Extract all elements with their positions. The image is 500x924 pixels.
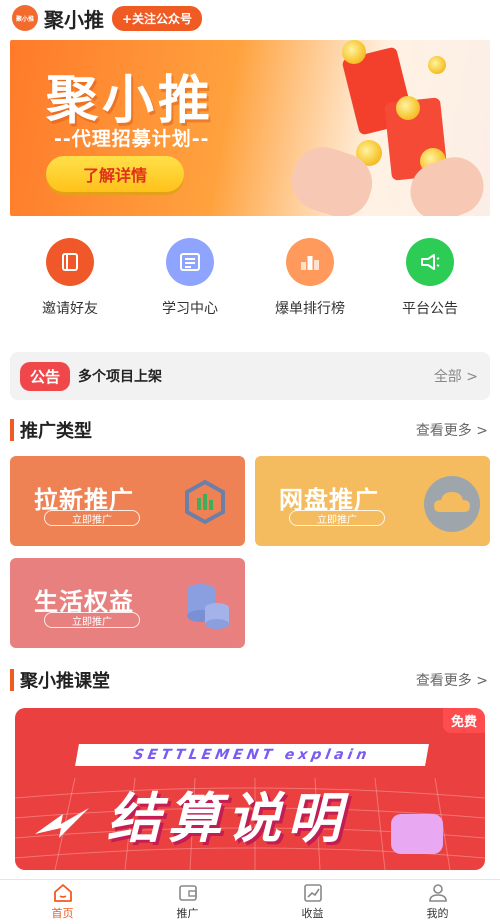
banner-subtitle: --代理招募计划--: [54, 128, 210, 150]
quick-nav-label: 邀请好友: [42, 301, 98, 317]
promo-card-life-benefits[interactable]: 生活权益 立即推广: [10, 558, 245, 648]
section-accent-bar: [10, 669, 14, 691]
notice-all-link[interactable]: 全部 >: [434, 366, 478, 386]
learn-more-button[interactable]: 了解详情: [46, 156, 184, 192]
list-icon: [166, 238, 214, 286]
quick-nav-label: 平台公告: [402, 301, 458, 317]
hand-illustration: [391, 814, 443, 854]
hexagon-chart-icon: [181, 478, 229, 526]
lightning-icon: [35, 808, 89, 838]
coins-stack-icon: [181, 580, 229, 629]
quick-nav-label: 学习中心: [162, 301, 218, 317]
class-more-link[interactable]: 查看更多 >: [416, 670, 488, 690]
follow-account-button[interactable]: +关注公众号: [112, 5, 203, 31]
tab-mine[interactable]: 我的: [375, 880, 500, 924]
course-list: 免费 SETTLEMENT explain 结算说明: [10, 698, 490, 874]
promo-section-header: 推广类型 查看更多 >: [10, 416, 490, 444]
quick-nav-learning-center[interactable]: 学习中心: [130, 238, 250, 328]
quick-nav-ranking[interactable]: 爆单排行榜: [250, 238, 370, 328]
quick-nav-announcements[interactable]: 平台公告: [370, 238, 490, 328]
promo-card-new-user[interactable]: 拉新推广 立即推广: [10, 456, 245, 546]
section-title: 聚小推课堂: [20, 671, 110, 692]
user-icon: [428, 884, 447, 902]
wallet-icon: [178, 885, 197, 901]
quick-nav-label: 爆单排行榜: [275, 301, 345, 317]
quick-nav-invite-friends[interactable]: 邀请好友: [10, 238, 130, 328]
promo-card-cloud-drive[interactable]: 网盘推广 立即推广: [255, 456, 490, 546]
tab-promote[interactable]: 推广: [125, 880, 250, 924]
course-card-settlement[interactable]: 免费 SETTLEMENT explain 结算说明: [15, 708, 485, 870]
ranking-icon: [286, 238, 334, 286]
tab-earnings[interactable]: 收益: [250, 880, 375, 924]
course-subtitle: SETTLEMENT explain: [132, 747, 372, 763]
free-badge: 免费: [442, 708, 485, 733]
course-subtitle-strip: SETTLEMENT explain: [75, 744, 429, 766]
section-accent-bar: [10, 419, 14, 441]
promote-now-button[interactable]: 立即推广: [44, 510, 140, 526]
app-logo: 聚小推: [12, 5, 38, 31]
home-icon: [53, 884, 72, 902]
promo-more-link[interactable]: 查看更多 >: [416, 420, 488, 440]
promote-now-button[interactable]: 立即推广: [44, 612, 140, 628]
book-icon: [46, 238, 94, 286]
megaphone-icon: [406, 238, 454, 286]
tab-home[interactable]: 首页: [0, 880, 125, 924]
app-title: 聚小推: [44, 7, 104, 32]
header: 聚小推 聚小推 +关注公众号: [0, 0, 500, 36]
bottom-tab-bar: 首页 推广 收益 我的: [0, 879, 500, 924]
quick-nav: 邀请好友 学习中心 爆单排行榜 平台公告: [0, 238, 500, 328]
section-title: 推广类型: [20, 421, 92, 442]
notice-bar[interactable]: 公告 多个项目上架 全部 >: [10, 352, 490, 400]
tab-label: 收益: [301, 907, 324, 920]
promote-now-button[interactable]: 立即推广: [289, 510, 385, 526]
chart-icon: [303, 884, 322, 902]
tab-label: 我的: [426, 907, 449, 920]
banner-title: 聚小推: [46, 71, 215, 131]
notice-text: 多个项目上架: [78, 369, 163, 385]
tab-label: 推广: [176, 907, 199, 920]
cloud-icon: [424, 476, 480, 532]
course-title: 结算说明: [107, 787, 347, 850]
class-section-header: 聚小推课堂 查看更多 >: [10, 666, 490, 694]
tab-label: 首页: [51, 907, 74, 920]
hero-banner[interactable]: 聚小推 --代理招募计划-- 了解详情: [10, 40, 490, 216]
notice-tag: 公告: [20, 361, 71, 391]
